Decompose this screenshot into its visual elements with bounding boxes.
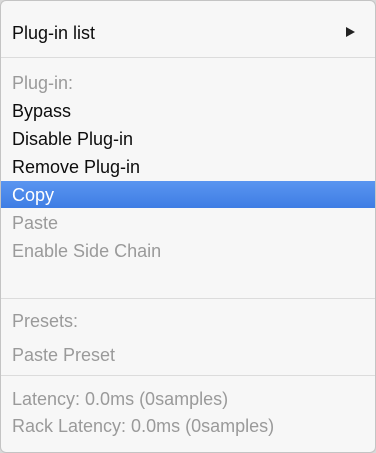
menu-item-label: Copy: [12, 184, 55, 205]
menu-item-label: Rack Latency: 0.0ms (0samples): [12, 415, 275, 436]
menu-item-latency: Latency: 0.0ms (0samples): [1, 385, 375, 412]
menu-item-label: Disable Plug-in: [12, 128, 134, 149]
section-header-label: Plug-in:: [12, 72, 74, 93]
menu-item-rack-latency: Rack Latency: 0.0ms (0samples): [1, 412, 375, 439]
menu-item-label: Latency: 0.0ms (0samples): [12, 388, 229, 409]
menu-item-paste-preset: Paste Preset: [1, 341, 375, 368]
menu-item-label: Paste: [12, 212, 59, 233]
section-header-plugin: Plug-in:: [1, 69, 375, 96]
menu-item-label: Enable Side Chain: [12, 240, 162, 261]
submenu-arrow-icon: [346, 27, 355, 37]
menu-item-label: Plug-in list: [12, 22, 96, 43]
menu-item-plugin-list[interactable]: Plug-in list: [1, 19, 375, 46]
menu-item-disable-plugin[interactable]: Disable Plug-in: [1, 125, 375, 152]
menu-item-label: Paste Preset: [12, 344, 116, 365]
menu-item-bypass[interactable]: Bypass: [1, 97, 375, 124]
menu-separator: [1, 57, 375, 58]
section-header-presets: Presets:: [1, 307, 375, 334]
menu-item-label: Remove Plug-in: [12, 156, 141, 177]
menu-separator: [1, 375, 375, 376]
section-header-label: Presets:: [12, 310, 79, 331]
menu-separator: [1, 298, 375, 299]
menu-item-paste: Paste: [1, 209, 375, 236]
menu-item-remove-plugin[interactable]: Remove Plug-in: [1, 153, 375, 180]
menu-item-enable-side-chain: Enable Side Chain: [1, 237, 375, 264]
plugin-context-menu: Plug-in list Plug-in: Bypass Disable Plu…: [0, 0, 376, 453]
menu-item-copy[interactable]: Copy: [1, 181, 375, 208]
menu-item-label: Bypass: [12, 100, 72, 121]
